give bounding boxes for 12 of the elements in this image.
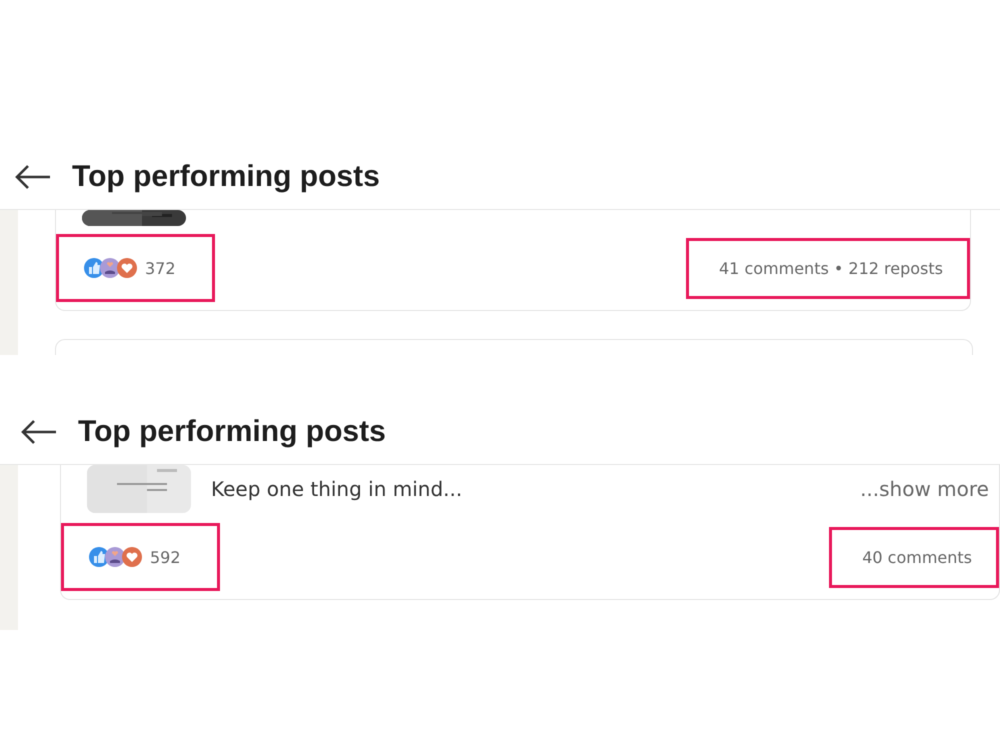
show-more-link[interactable]: ...show more bbox=[860, 477, 989, 501]
reaction-icons-drawing bbox=[83, 257, 139, 279]
back-arrow-icon[interactable] bbox=[20, 419, 58, 445]
reaction-count[interactable]: 372 bbox=[145, 258, 176, 278]
engagement-stats[interactable]: 41 comments • 212 reposts bbox=[719, 258, 943, 278]
page-title: Top performing posts bbox=[78, 415, 386, 449]
post-excerpt: Keep one thing in mind... bbox=[211, 477, 464, 501]
reaction-icons-drawing bbox=[88, 546, 144, 568]
reaction-count[interactable]: 592 bbox=[150, 548, 181, 566]
back-arrow-icon[interactable] bbox=[14, 164, 52, 190]
engagement-stats[interactable]: 40 comments bbox=[862, 548, 972, 566]
page-title: Top performing posts bbox=[72, 160, 380, 194]
